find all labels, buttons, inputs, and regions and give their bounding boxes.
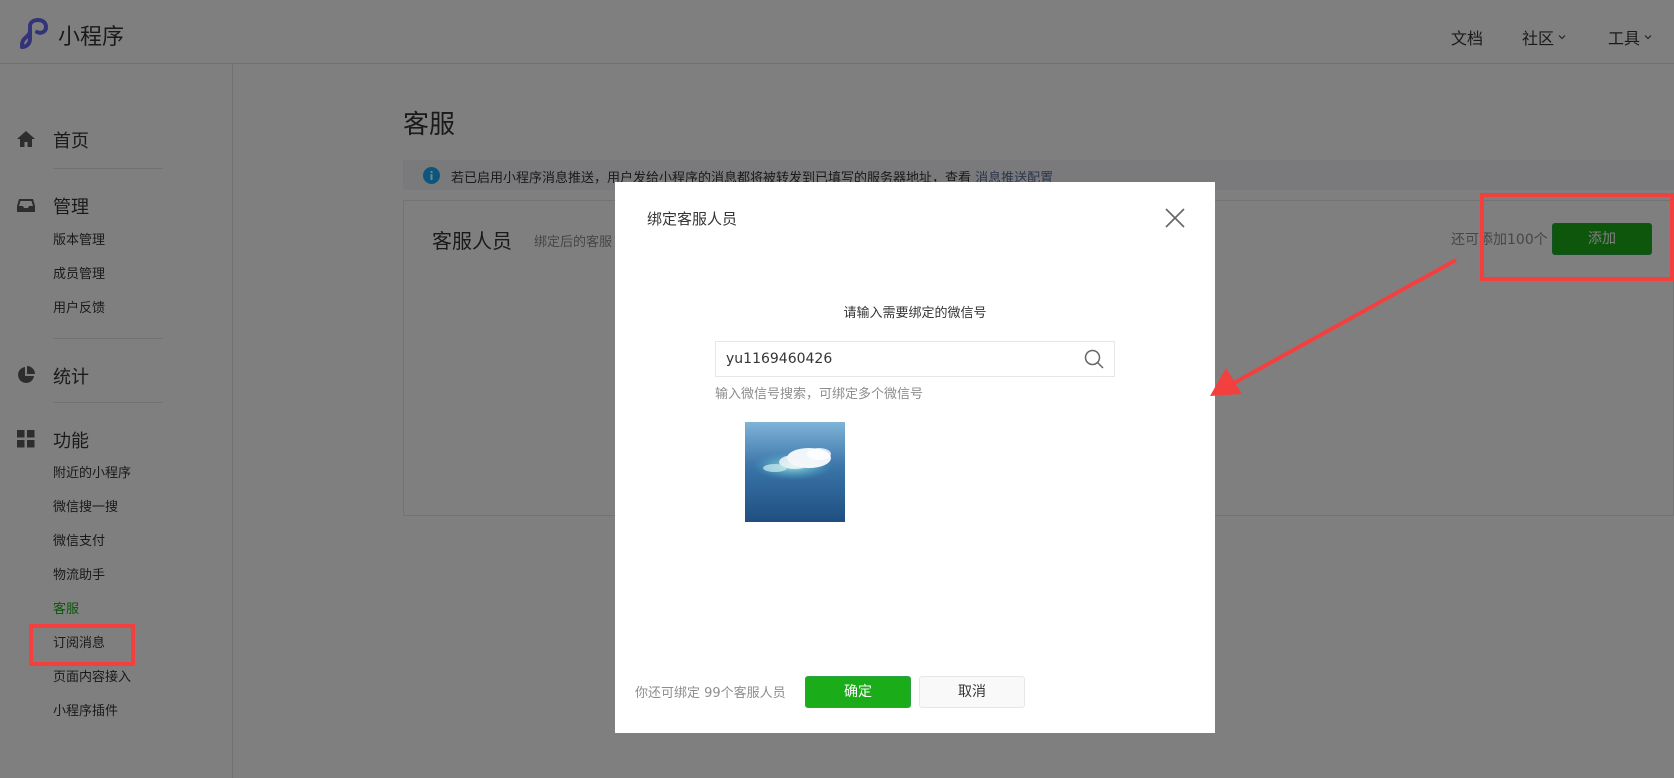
bind-service-dialog: 绑定客服人员 请输入需要绑定的微信号 输入微信号搜索，可绑定多个微信号 [615,182,1215,733]
search-hint: 输入微信号搜索，可绑定多个微信号 [715,387,924,402]
bind-remaining-tip: 你还可绑定 99个客服人员 [635,686,786,701]
highlight-box-add [1480,193,1674,281]
cancel-button[interactable]: 取消 [919,676,1025,708]
close-icon[interactable] [1163,206,1187,230]
search-icon[interactable] [1084,349,1104,369]
dialog-prompt: 请输入需要绑定的微信号 [843,306,987,321]
confirm-button[interactable]: 确定 [805,676,911,708]
arrow-annotation-icon [1210,258,1457,396]
wechat-id-search [715,341,1115,377]
user-avatar[interactable] [745,422,845,522]
wechat-id-input[interactable] [726,342,1066,376]
dialog-title: 绑定客服人员 [647,210,738,228]
highlight-box-customer-service [29,624,135,666]
